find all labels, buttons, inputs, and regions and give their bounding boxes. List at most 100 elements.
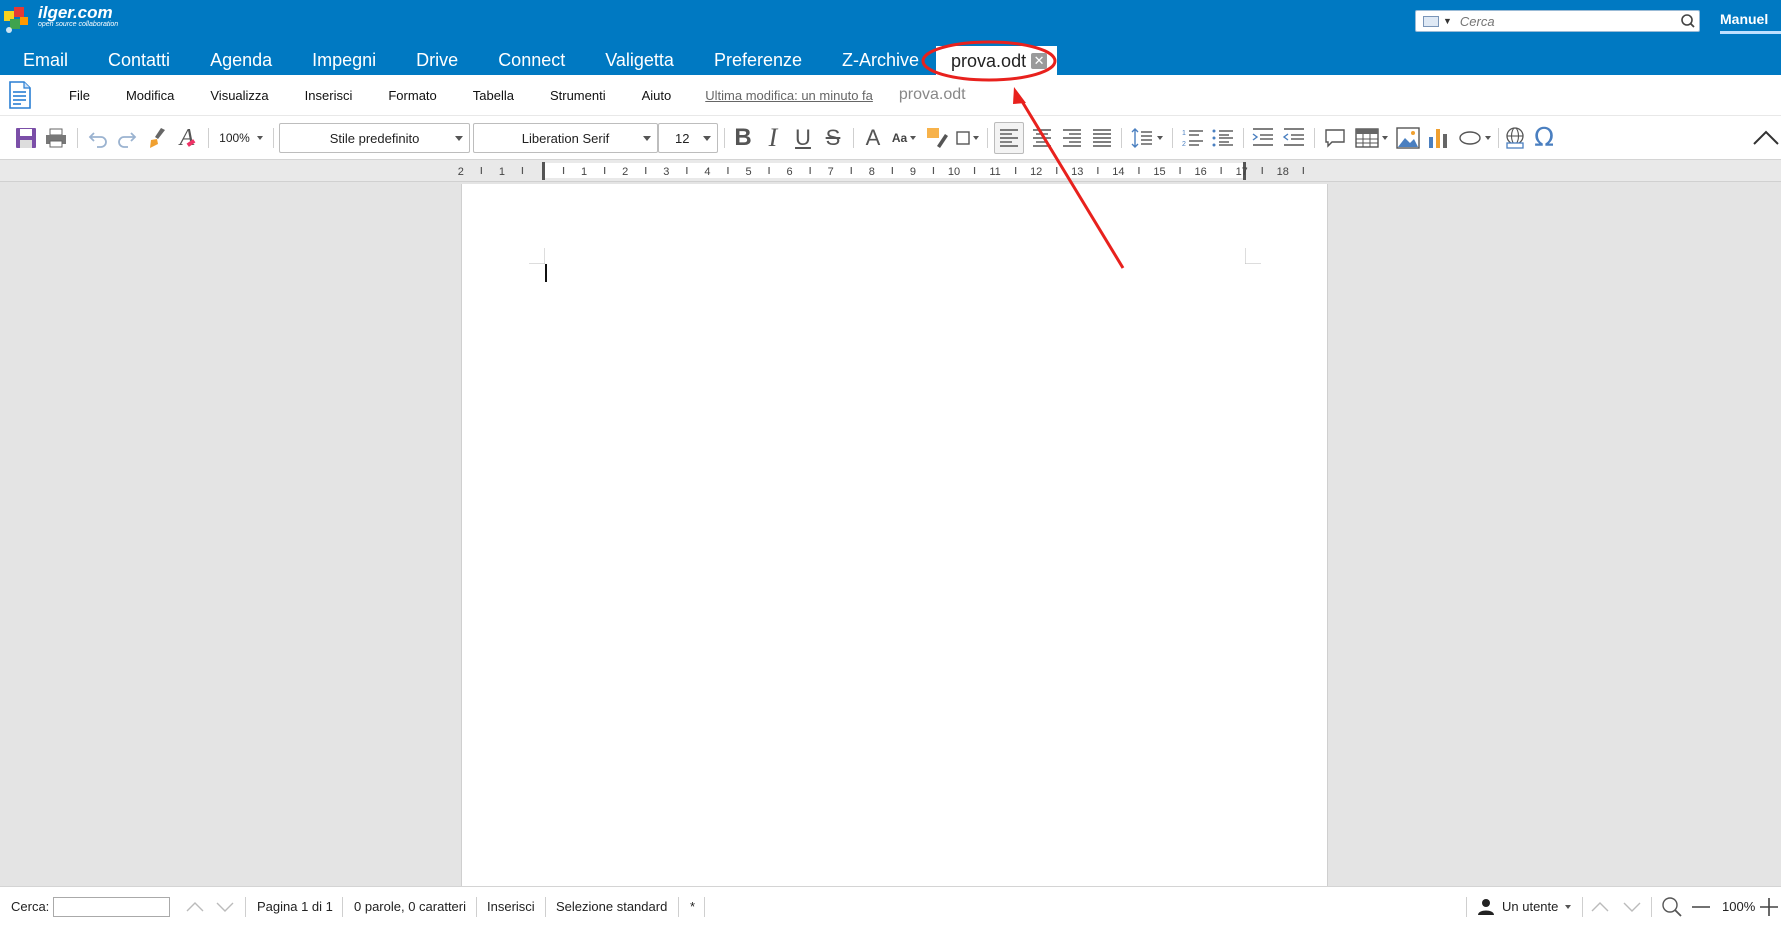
tab-connect[interactable]: Connect <box>475 46 582 75</box>
ruler-tick-label: 18 <box>1277 166 1289 178</box>
tab-valigetta[interactable]: Valigetta <box>582 46 691 75</box>
search-input[interactable] <box>1459 13 1677 29</box>
align-left-icon[interactable] <box>994 122 1024 154</box>
font-size-select[interactable]: 12 <box>658 123 718 153</box>
menu-aiuto[interactable]: Aiuto <box>624 88 690 103</box>
zoom-out-icon[interactable] <box>1690 893 1712 921</box>
text-cursor <box>545 264 547 282</box>
document-name[interactable]: prova.odt <box>899 86 966 104</box>
underline-icon[interactable]: U <box>791 124 815 152</box>
horizontal-ruler[interactable]: 2 1 1 2 3 4 5 6 7 8 9 10 11 12 13 14 15 16 17 18 <box>0 160 1781 182</box>
shape-icon[interactable] <box>1455 124 1493 152</box>
indent-icon[interactable] <box>1250 124 1276 152</box>
ruler-tick-label: 4 <box>704 166 710 178</box>
font-name-select[interactable]: Liberation Serif <box>473 123 658 153</box>
toolbar-separator <box>1314 128 1315 148</box>
font-color-icon[interactable]: A <box>862 124 884 152</box>
case-icon[interactable]: Aa <box>888 124 920 152</box>
menu-strumenti[interactable]: Strumenti <box>532 88 624 103</box>
highlight-icon[interactable] <box>925 124 949 152</box>
left-margin-marker[interactable] <box>542 162 545 180</box>
status-bar: Cerca: Pagina 1 di 1 0 parole, 0 caratte… <box>0 886 1781 925</box>
svg-text:2: 2 <box>1182 141 1186 148</box>
menu-visualizza[interactable]: Visualizza <box>192 88 286 103</box>
ruler-tick-label: 13 <box>1071 166 1083 178</box>
brand-name: ilger.com <box>38 3 113 22</box>
align-right-icon[interactable] <box>1059 124 1085 152</box>
clone-formatting-icon[interactable] <box>145 124 171 152</box>
document-workspace[interactable] <box>0 182 1781 886</box>
close-tab-icon[interactable]: ✕ <box>1031 52 1048 69</box>
strikethrough-icon[interactable]: S <box>821 124 845 152</box>
selection-mode[interactable]: Selezione standard <box>556 899 667 914</box>
special-character-icon[interactable]: Ω <box>1531 123 1557 153</box>
chevron-down-icon[interactable] <box>1565 905 1571 909</box>
zoom-reset-icon[interactable] <box>1660 893 1684 921</box>
ruler-tick-label: 6 <box>787 166 793 178</box>
tab-email[interactable]: Email <box>0 46 85 75</box>
ruler-tick-label: 10 <box>948 166 960 178</box>
page-indicator[interactable]: Pagina 1 di 1 <box>257 899 333 914</box>
users-count[interactable]: Un utente <box>1502 899 1558 914</box>
chart-icon[interactable] <box>1425 124 1451 152</box>
brand-logo[interactable]: ilger.com open source collaboration <box>2 3 118 35</box>
scroll-up-icon[interactable] <box>1588 893 1612 921</box>
ruler-tick-label: 8 <box>869 166 875 178</box>
print-icon[interactable] <box>43 124 69 152</box>
menu-tabella[interactable]: Tabella <box>455 88 532 103</box>
menu-modifica[interactable]: Modifica <box>108 88 192 103</box>
word-count[interactable]: 0 parole, 0 caratteri <box>354 899 466 914</box>
border-icon[interactable] <box>953 124 981 152</box>
redo-icon[interactable] <box>114 124 140 152</box>
find-previous-icon[interactable] <box>183 893 207 921</box>
tab-agenda[interactable]: Agenda <box>187 46 289 75</box>
zoom-dropdown[interactable]: 100% <box>216 124 266 152</box>
mail-scope-icon[interactable] <box>1423 15 1439 27</box>
italic-icon[interactable]: I <box>761 123 785 152</box>
menu-formato[interactable]: Formato <box>370 88 454 103</box>
find-input[interactable] <box>53 897 170 917</box>
comment-icon[interactable] <box>1322 124 1348 152</box>
numbered-list-icon[interactable]: 12 <box>1180 124 1206 152</box>
search-box[interactable]: ▼ <box>1415 10 1700 32</box>
toolbar-separator <box>724 128 725 148</box>
search-icon[interactable] <box>1677 11 1699 31</box>
chevron-down-icon <box>972 136 979 140</box>
align-center-icon[interactable] <box>1029 124 1055 152</box>
tab-contatti[interactable]: Contatti <box>85 46 187 75</box>
tab-preferenze[interactable]: Preferenze <box>691 46 819 75</box>
user-menu[interactable]: Manuel <box>1720 11 1768 27</box>
scroll-down-icon[interactable] <box>1620 893 1644 921</box>
line-spacing-icon[interactable] <box>1127 124 1165 152</box>
brand-tagline: open source collaboration <box>38 21 119 28</box>
undo-icon[interactable] <box>85 124 111 152</box>
outdent-icon[interactable] <box>1281 124 1307 152</box>
insert-mode[interactable]: Inserisci <box>487 899 535 914</box>
justify-icon[interactable] <box>1089 124 1115 152</box>
menu-file[interactable]: File <box>51 88 108 103</box>
formatting-toolbar: A 100% Stile predefinito Liberation Seri… <box>0 115 1781 160</box>
tab-prova-odt[interactable]: prova.odt ✕ <box>936 46 1058 75</box>
tab-z-archive[interactable]: Z-Archive <box>819 46 936 75</box>
save-icon[interactable] <box>13 124 39 152</box>
collapse-icon[interactable] <box>1752 124 1780 152</box>
paragraph-style-select[interactable]: Stile predefinito <box>279 123 470 153</box>
zoom-in-icon[interactable] <box>1758 893 1780 921</box>
table-icon[interactable] <box>1352 124 1390 152</box>
last-modified-link[interactable]: Ultima modifica: un minuto fa <box>705 88 873 103</box>
bold-icon[interactable]: B <box>731 124 755 152</box>
document-page[interactable] <box>461 184 1328 886</box>
bullet-list-icon[interactable] <box>1210 124 1236 152</box>
chevron-down-icon <box>455 136 463 141</box>
menu-inserisci[interactable]: Inserisci <box>287 88 371 103</box>
chevron-down-icon[interactable]: ▼ <box>1443 16 1452 26</box>
image-icon[interactable] <box>1395 124 1421 152</box>
clear-formatting-icon[interactable]: A <box>175 124 201 152</box>
user-icon[interactable] <box>1475 893 1497 921</box>
modified-indicator: * <box>690 899 696 914</box>
find-next-icon[interactable] <box>213 893 237 921</box>
tab-impegni[interactable]: Impegni <box>289 46 393 75</box>
tab-drive[interactable]: Drive <box>393 46 475 75</box>
zoom-level[interactable]: 100% <box>1722 899 1755 914</box>
hyperlink-icon[interactable] <box>1502 124 1528 152</box>
